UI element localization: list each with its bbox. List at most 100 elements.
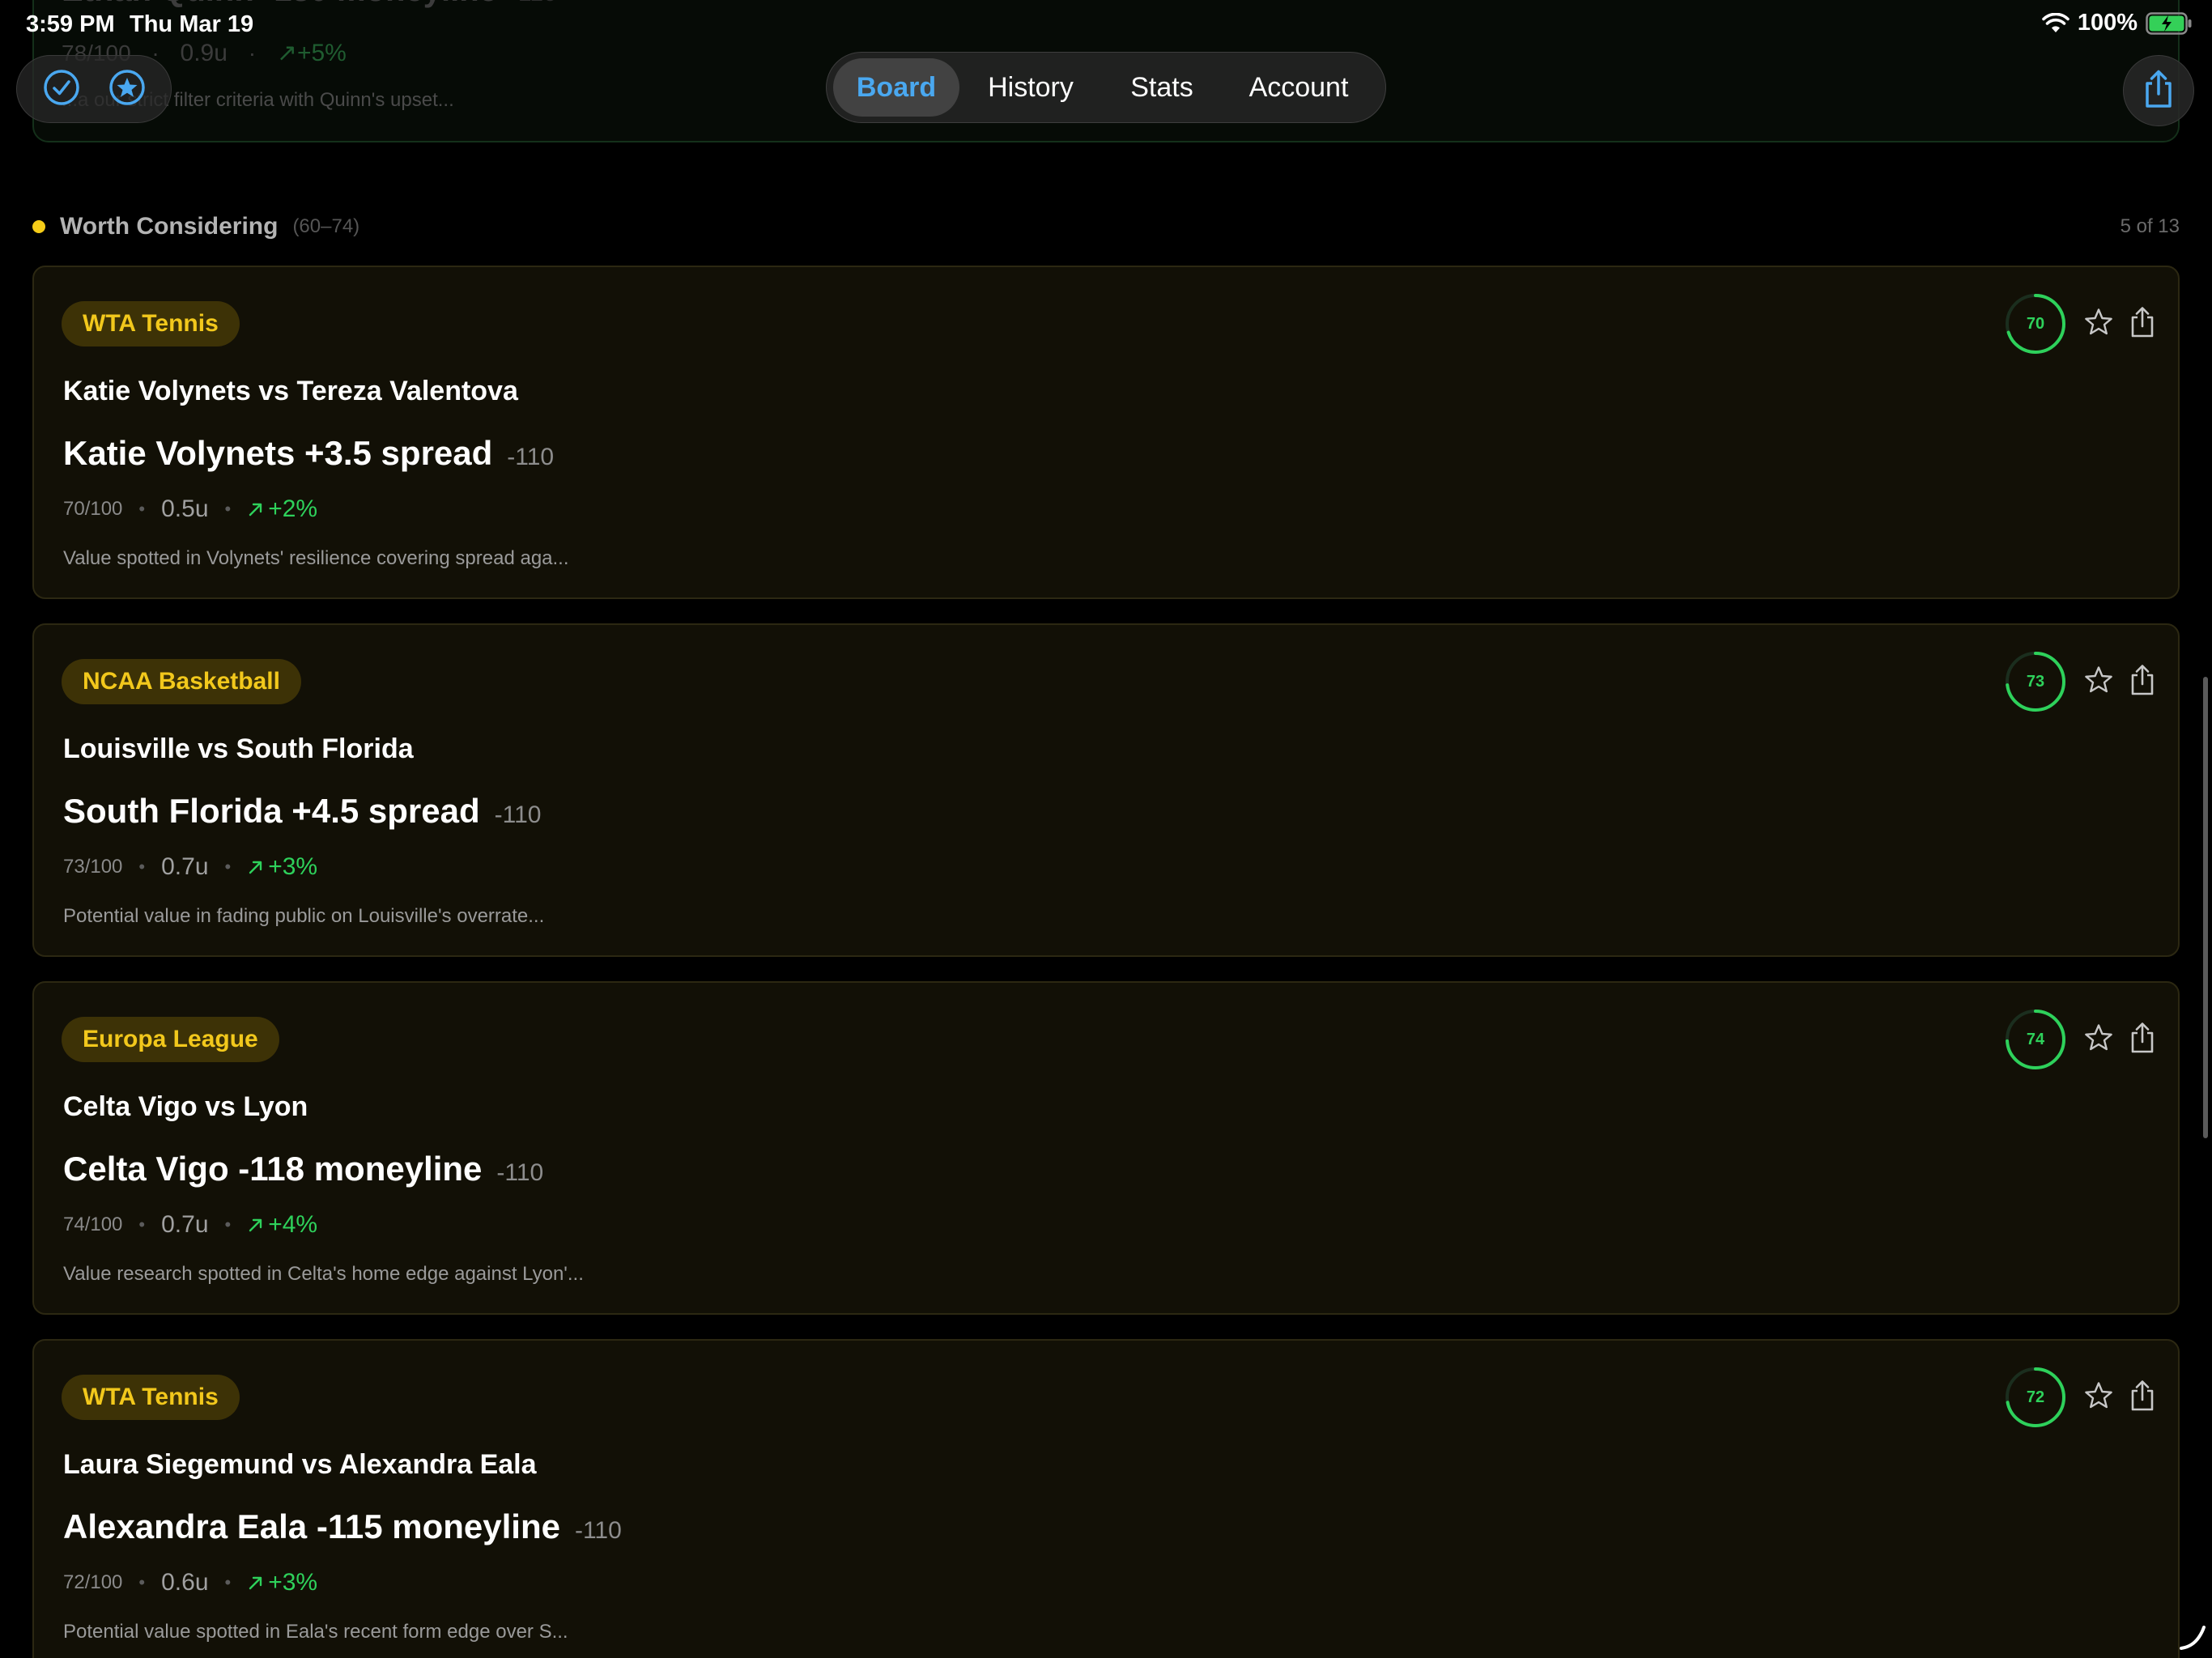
pick-line: Celta Vigo -118 moneyline -110 <box>63 1150 543 1188</box>
pick-odds: -110 <box>507 444 555 470</box>
pick-description: Potential value in fading public on Loui… <box>63 905 545 927</box>
league-badge: NCAA Basketball <box>62 659 301 704</box>
share-icon <box>2129 306 2156 342</box>
previous-card-pick: Ethan Quinn -180 moneyline-110 <box>62 0 557 9</box>
star-circle-icon <box>108 69 146 110</box>
matchup: Laura Siegemund vs Alexandra Eala <box>63 1449 537 1480</box>
trend-up-icon <box>249 503 262 517</box>
favorite-button[interactable] <box>2079 304 2118 343</box>
confidence-ring: 72 <box>2005 1367 2066 1428</box>
confidence-score: 70/100 <box>63 498 123 520</box>
pick-line: Katie Volynets +3.5 spread -110 <box>63 434 554 473</box>
pick-card[interactable]: WTA Tennis Laura Siegemund vs Alexandra … <box>32 1339 2180 1658</box>
star-icon <box>2083 307 2114 342</box>
edge-value: +3% <box>247 853 317 881</box>
pick-odds: -110 <box>574 1517 622 1544</box>
status-indicators: 100% <box>2042 10 2193 36</box>
pick-description: Potential value spotted in Eala's recent… <box>63 1621 568 1643</box>
quick-actions-pill <box>16 55 172 123</box>
stake-units: 0.7u <box>161 1211 209 1238</box>
trend-up-icon <box>249 1576 262 1590</box>
card-share-button[interactable] <box>2123 1018 2162 1061</box>
league-badge: Europa League <box>62 1017 279 1062</box>
league-badge: WTA Tennis <box>62 1375 240 1420</box>
favorite-button[interactable] <box>2079 1378 2118 1417</box>
checkmark-circle-icon <box>43 69 80 110</box>
battery-percentage: 100% <box>2077 10 2138 36</box>
share-icon <box>2129 1022 2156 1058</box>
star-icon <box>2083 665 2114 699</box>
tab-history[interactable]: History <box>959 58 1102 117</box>
pick-card[interactable]: WTA Tennis Katie Volynets vs Tereza Vale… <box>32 266 2180 599</box>
trend-up-icon <box>249 861 262 874</box>
share-icon <box>2129 664 2156 700</box>
main-tab-bar: Board History Stats Account <box>826 52 1386 123</box>
edge-value: +4% <box>247 1211 317 1239</box>
pick-name: South Florida +4.5 spread <box>63 792 480 830</box>
confidence-ring: 70 <box>2005 293 2066 355</box>
matchup: Celta Vigo vs Lyon <box>63 1091 308 1122</box>
checkmark-circle-button[interactable] <box>39 66 84 112</box>
confidence-ring-value: 70 <box>2026 314 2045 333</box>
previous-card-roi: ↗+5% <box>276 40 347 66</box>
edge-value: +2% <box>247 495 317 523</box>
confidence-ring-value: 73 <box>2026 672 2045 691</box>
share-button[interactable] <box>2123 55 2194 126</box>
stake-units: 0.5u <box>161 495 209 522</box>
wifi-icon <box>2042 12 2069 34</box>
pick-odds: -110 <box>496 1159 544 1186</box>
confidence-ring: 73 <box>2005 651 2066 712</box>
pick-odds: -110 <box>494 801 542 828</box>
previous-card-units: 0.9u <box>180 40 228 66</box>
card-share-button[interactable] <box>2123 1376 2162 1418</box>
tab-account[interactable]: Account <box>1222 58 1376 117</box>
star-icon <box>2083 1380 2114 1415</box>
share-icon <box>2142 69 2176 113</box>
card-share-button[interactable] <box>2123 303 2162 345</box>
star-icon <box>2083 1022 2114 1057</box>
status-date: Thu Mar 19 <box>130 11 254 37</box>
confidence-score: 73/100 <box>63 856 123 878</box>
favorites-button[interactable] <box>104 66 150 112</box>
confidence-ring: 74 <box>2005 1009 2066 1070</box>
confidence-score: 74/100 <box>63 1214 123 1235</box>
pick-description: Value spotted in Volynets' resilience co… <box>63 547 569 569</box>
pick-meta: 74/100 • 0.7u • +4% <box>63 1211 318 1239</box>
edge-value: +3% <box>247 1569 317 1596</box>
favorite-button[interactable] <box>2079 1020 2118 1059</box>
confidence-ring-value: 74 <box>2026 1030 2045 1048</box>
section-title: Worth Considering <box>60 213 279 240</box>
pick-description: Value research spotted in Celta's home e… <box>63 1263 584 1285</box>
previous-card-odds: -110 <box>510 0 557 6</box>
tab-board[interactable]: Board <box>833 58 959 117</box>
pick-name: Alexandra Eala -115 moneyline <box>63 1507 560 1545</box>
tab-stats[interactable]: Stats <box>1102 58 1222 117</box>
matchup: Katie Volynets vs Tereza Valentova <box>63 376 518 406</box>
pick-name: Celta Vigo -118 moneyline <box>63 1150 483 1188</box>
pick-meta: 72/100 • 0.6u • +3% <box>63 1569 318 1596</box>
pick-meta: 70/100 • 0.5u • +2% <box>63 495 318 523</box>
scroll-indicator[interactable] <box>2203 677 2208 1138</box>
stake-units: 0.6u <box>161 1569 209 1596</box>
scribble-handle-icon <box>2178 1619 2207 1652</box>
pick-card[interactable]: Europa League Celta Vigo vs Lyon Celta V… <box>32 981 2180 1315</box>
section-range: (60–74) <box>292 215 360 237</box>
pick-name: Katie Volynets +3.5 spread <box>63 434 493 472</box>
share-icon <box>2129 1380 2156 1416</box>
trend-up-icon <box>249 1218 262 1232</box>
section-status-dot <box>32 220 45 233</box>
favorite-button[interactable] <box>2079 662 2118 701</box>
section-count: 5 of 13 <box>2120 215 2180 237</box>
league-badge: WTA Tennis <box>62 301 240 346</box>
pick-line: South Florida +4.5 spread -110 <box>63 792 541 831</box>
pick-card[interactable]: NCAA Basketball Louisville vs South Flor… <box>32 623 2180 957</box>
card-share-button[interactable] <box>2123 661 2162 703</box>
section-header: Worth Considering (60–74) 5 of 13 <box>32 207 2180 246</box>
confidence-score: 72/100 <box>63 1571 123 1593</box>
pick-meta: 73/100 • 0.7u • +3% <box>63 853 318 881</box>
status-time: 3:59 PM <box>26 11 115 37</box>
matchup: Louisville vs South Florida <box>63 733 414 764</box>
battery-charging-icon <box>2146 11 2193 35</box>
confidence-ring-value: 72 <box>2026 1388 2045 1406</box>
pick-line: Alexandra Eala -115 moneyline -110 <box>63 1507 622 1546</box>
